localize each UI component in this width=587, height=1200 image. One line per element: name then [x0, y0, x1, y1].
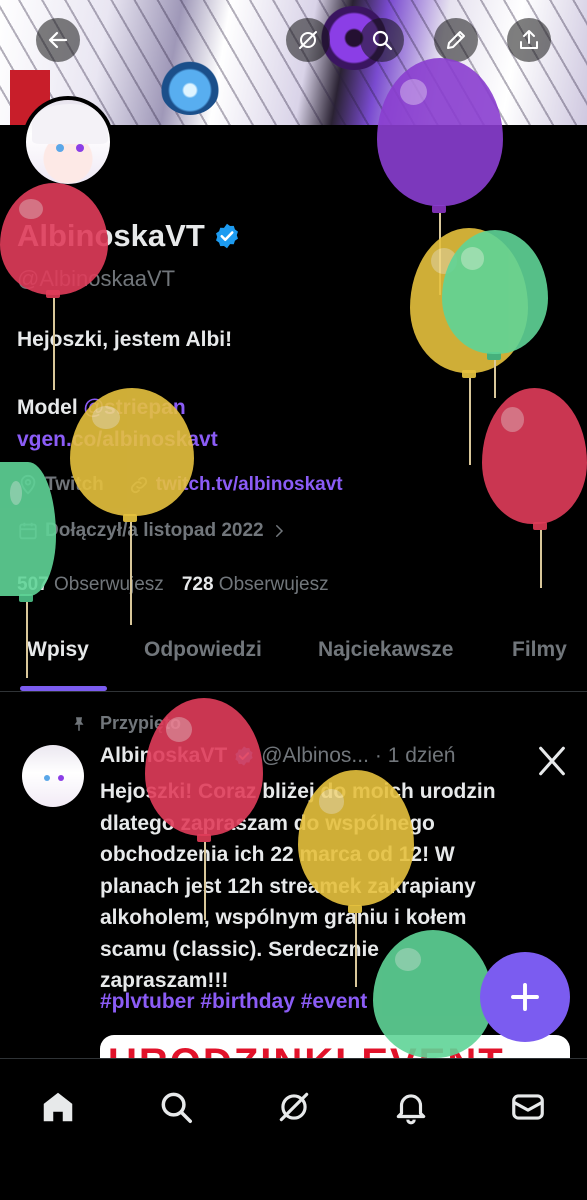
balloon-knot — [432, 205, 446, 213]
tab-posts[interactable]: Wpisy — [27, 638, 89, 662]
back-button[interactable] — [36, 18, 80, 62]
share-icon — [520, 30, 538, 49]
nav-search[interactable] — [154, 1085, 198, 1129]
post-author-handle: @Albinos... — [261, 744, 369, 767]
balloon-knot — [348, 905, 362, 913]
profile-avatar[interactable] — [22, 96, 114, 188]
balloon-string — [355, 912, 357, 987]
nav-notifications[interactable] — [389, 1085, 433, 1129]
bell-icon — [396, 1094, 426, 1125]
balloon-red — [0, 183, 108, 295]
bottom-navigation — [0, 1058, 587, 1200]
home-icon — [43, 1092, 73, 1122]
profile-joined-row[interactable]: Dołączył/a listopad 2022 — [17, 520, 288, 542]
grok-button[interactable] — [286, 18, 330, 62]
balloon-string — [469, 375, 471, 465]
avatar-eye-purple — [76, 144, 84, 152]
tab-videos[interactable]: Filmy — [512, 638, 567, 662]
balloon-string — [540, 528, 542, 588]
tab-highlights[interactable]: Najciekawsze — [318, 638, 453, 662]
post-avatar-eye-purple — [58, 775, 64, 781]
x-logo-icon[interactable] — [535, 744, 569, 778]
chevron-right-icon — [275, 525, 283, 537]
balloon-red — [482, 388, 587, 524]
balloon-yellow — [70, 388, 194, 516]
balloon-string — [130, 520, 132, 625]
followers-label: Obserwujesz — [218, 574, 329, 595]
pencil-icon — [447, 31, 465, 49]
grok-icon — [279, 1092, 309, 1122]
bio-line-1: Hejoszki, jestem Albi! — [17, 328, 233, 351]
search-button[interactable] — [360, 18, 404, 62]
grok-icon — [299, 31, 317, 49]
nav-home[interactable] — [36, 1085, 80, 1129]
arrow-left-icon — [48, 31, 68, 49]
balloon-green — [373, 930, 493, 1058]
profile-tabs: Wpisy Odpowiedzi Najciekawsze Filmy — [0, 632, 587, 692]
balloon-string — [494, 358, 496, 398]
avatar-hair — [32, 104, 108, 144]
balloon-red — [145, 698, 263, 836]
balloon-green — [0, 462, 56, 596]
balloon-string — [26, 600, 28, 678]
share-button[interactable] — [507, 18, 551, 62]
balloon-green — [442, 230, 548, 354]
post-avatar-eye-blue — [44, 775, 50, 781]
avatar-eye-blue — [56, 144, 64, 152]
nav-messages[interactable] — [506, 1085, 550, 1129]
following-label: Obserwujesz — [53, 574, 164, 595]
followers-count: 728 — [181, 574, 214, 595]
post-hashtags[interactable]: #plvtuber #birthday #event — [100, 990, 367, 1014]
followers-stat[interactable]: 728 Obserwujesz — [182, 574, 329, 596]
balloon-string — [204, 840, 206, 920]
search-icon — [161, 1092, 192, 1123]
banner-blue-eye — [160, 60, 220, 115]
pin-icon — [74, 716, 84, 731]
search-icon — [372, 30, 393, 51]
mail-icon — [512, 1094, 544, 1120]
compose-button[interactable] — [480, 952, 570, 1042]
balloon-yellow — [298, 770, 414, 906]
post-time: · 1 dzień — [374, 744, 456, 767]
follow-stats: 507 Obserwujesz 728 Obserwujesz — [17, 574, 329, 596]
plus-icon — [511, 983, 539, 1011]
balloon-string — [53, 295, 55, 390]
post-author-avatar[interactable] — [22, 745, 84, 807]
verified-badge-icon[interactable] — [213, 222, 241, 250]
nav-grok[interactable] — [272, 1085, 316, 1129]
active-tab-indicator — [20, 686, 107, 691]
profile-joined-date: Dołączył/a listopad 2022 — [45, 520, 264, 541]
bio-model-label: Model — [17, 396, 84, 419]
tab-replies[interactable]: Odpowiedzi — [144, 638, 262, 662]
edit-button[interactable] — [434, 18, 478, 62]
